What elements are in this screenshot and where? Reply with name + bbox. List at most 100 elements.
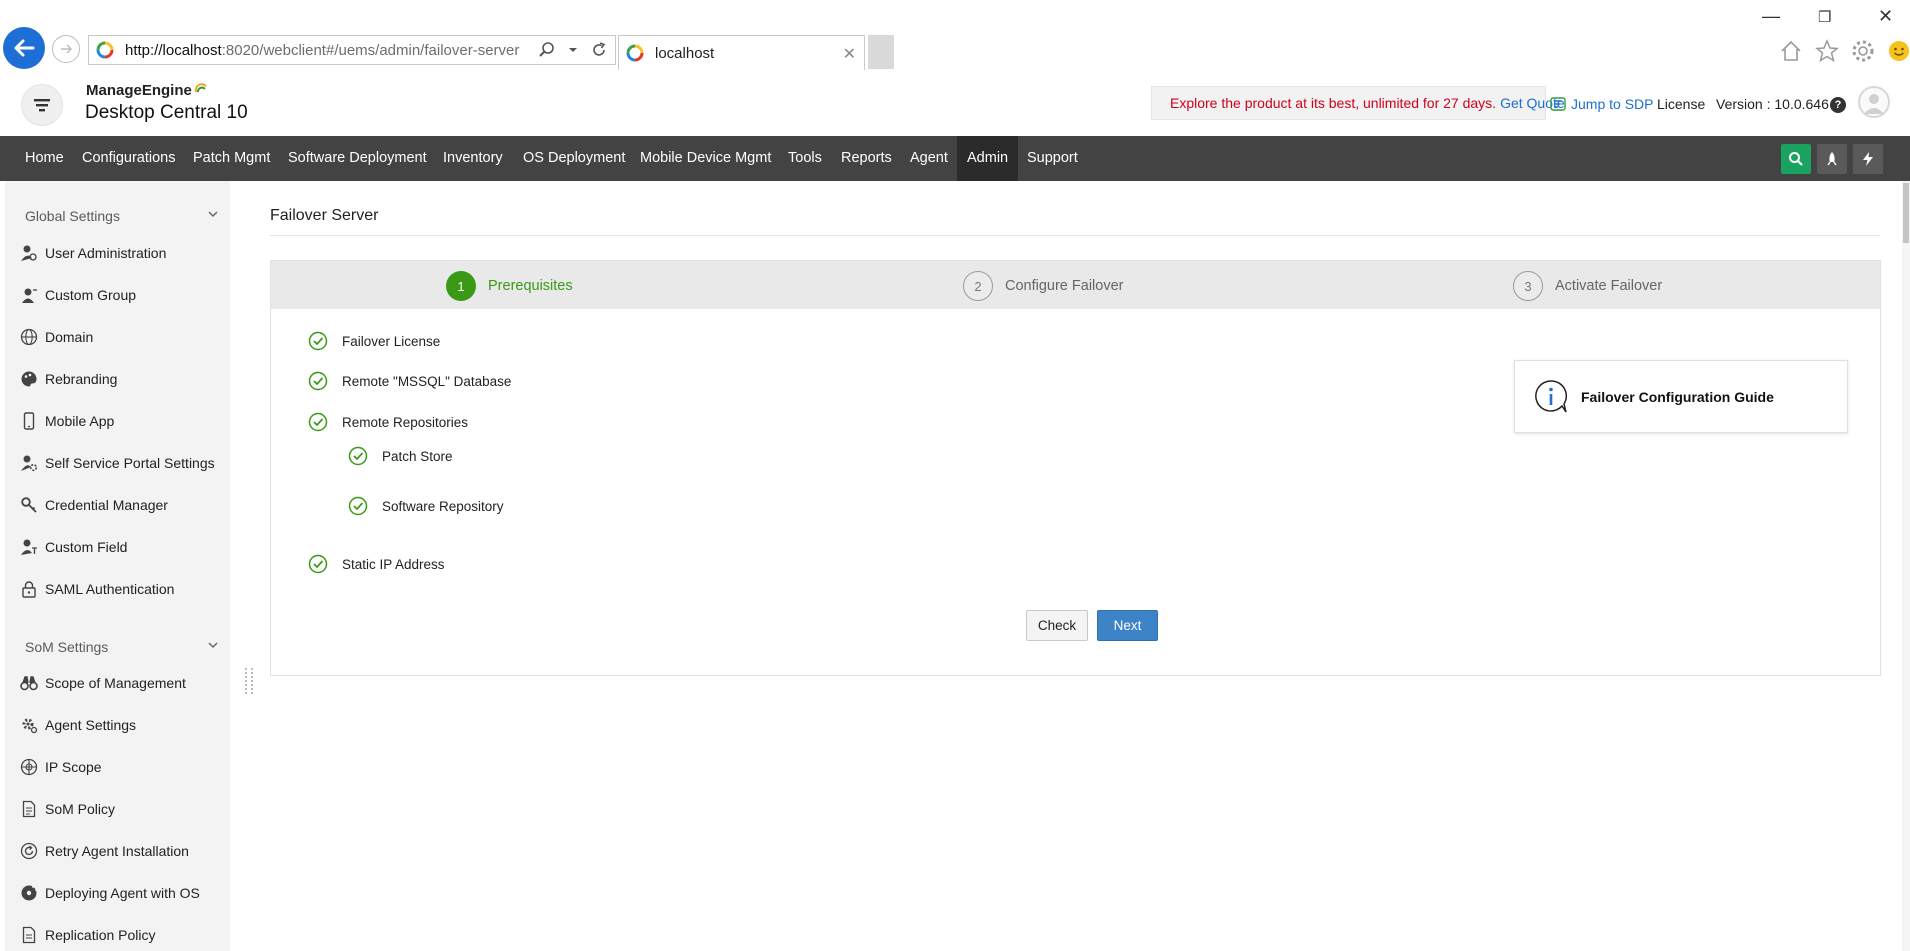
chevron-down-icon[interactable] bbox=[207, 639, 219, 654]
nav-patch-mgmt[interactable]: Patch Mgmt bbox=[193, 136, 270, 181]
license-link[interactable]: License bbox=[1657, 96, 1705, 112]
user-avatar[interactable] bbox=[1858, 86, 1890, 118]
sidebar-item-credential-manager[interactable]: Credential Manager bbox=[19, 493, 168, 517]
step-number: 3 bbox=[1513, 271, 1543, 301]
browser-tab[interactable]: localhost ✕ bbox=[618, 35, 865, 70]
main-navigation: Home Configurations Patch Mgmt Software … bbox=[0, 136, 1910, 181]
main-content: Failover Server 1 Prerequisites 2 Config… bbox=[262, 181, 1902, 951]
address-url[interactable]: http://localhost:8020/webclient#/uems/ad… bbox=[125, 42, 519, 59]
som-settings-heading[interactable]: SoM Settings bbox=[25, 639, 108, 655]
nav-agent[interactable]: Agent bbox=[910, 136, 948, 181]
sidebar-item-replication-policy[interactable]: Replication Policy bbox=[19, 923, 156, 947]
step-prerequisites[interactable]: 1 Prerequisites bbox=[446, 271, 573, 301]
app-menu-button[interactable] bbox=[21, 84, 63, 126]
failover-guide-card[interactable]: Failover Configuration Guide bbox=[1514, 360, 1848, 433]
sidebar-item-scope-of-management[interactable]: Scope of Management bbox=[19, 671, 186, 695]
nav-inventory[interactable]: Inventory bbox=[443, 136, 503, 181]
prereq-remote-mssql-database: Remote "MSSQL" Database bbox=[308, 371, 511, 391]
sidebar-item-label: Custom Field bbox=[45, 539, 128, 555]
browser-toolbar-icons bbox=[1778, 38, 1910, 64]
nav-support[interactable]: Support bbox=[1027, 136, 1078, 181]
scrollbar-thumb[interactable] bbox=[1903, 183, 1909, 243]
close-window-icon[interactable]: ✕ bbox=[1878, 6, 1893, 27]
nav-os-deployment[interactable]: OS Deployment bbox=[523, 136, 625, 181]
nav-reports[interactable]: Reports bbox=[841, 136, 892, 181]
jump-to-sdp-link[interactable]: Jump to SDP bbox=[1550, 96, 1653, 112]
guide-title: Failover Configuration Guide bbox=[1581, 388, 1774, 405]
sidebar-item-self-service-portal[interactable]: Self Service Portal Settings bbox=[19, 451, 215, 475]
search-icon[interactable] bbox=[537, 40, 557, 60]
check-circle-icon bbox=[308, 371, 328, 391]
nav-mobile-device-mgmt[interactable]: Mobile Device Mgmt bbox=[640, 136, 771, 181]
brand-logo-icon bbox=[194, 83, 207, 93]
retry-icon bbox=[19, 841, 39, 861]
step-activate-failover[interactable]: 3 Activate Failover bbox=[1513, 271, 1662, 301]
sidebar-item-custom-field[interactable]: Custom Field bbox=[19, 535, 127, 559]
agent-gear-icon bbox=[19, 715, 39, 735]
restore-icon[interactable]: ❐ bbox=[1818, 8, 1831, 26]
tab-close-icon[interactable]: ✕ bbox=[843, 44, 856, 64]
sidebar-item-ip-scope[interactable]: IP Scope bbox=[19, 755, 102, 779]
sidebar-item-som-policy[interactable]: SoM Policy bbox=[19, 797, 115, 821]
next-button[interactable]: Next bbox=[1097, 610, 1158, 641]
sidebar-item-label: IP Scope bbox=[45, 759, 102, 775]
tab-title: localhost bbox=[655, 44, 715, 62]
check-button[interactable]: Check bbox=[1026, 610, 1088, 641]
sidebar-item-deploying-agent-with-os[interactable]: Deploying Agent with OS bbox=[19, 881, 200, 905]
chevron-down-icon[interactable] bbox=[207, 208, 219, 223]
new-tab-button[interactable] bbox=[868, 35, 894, 69]
sidebar-item-user-administration[interactable]: User Administration bbox=[19, 241, 166, 265]
sidebar-item-label: Rebranding bbox=[45, 371, 118, 387]
forward-button[interactable] bbox=[52, 35, 80, 63]
sidebar-resize-handle[interactable] bbox=[245, 668, 253, 694]
nav-admin[interactable]: Admin bbox=[957, 136, 1019, 181]
back-arrow-icon bbox=[14, 39, 35, 57]
home-icon[interactable] bbox=[1778, 38, 1804, 64]
page-scrollbar[interactable] bbox=[1902, 181, 1910, 951]
sidebar-item-label: Domain bbox=[45, 329, 94, 345]
hamburger-menu-icon bbox=[34, 99, 50, 112]
favorites-star-icon[interactable] bbox=[1814, 38, 1840, 64]
dropdown-arrow-icon[interactable] bbox=[567, 40, 579, 60]
nav-tools[interactable]: Tools bbox=[788, 136, 822, 181]
prereq-failover-license: Failover License bbox=[308, 331, 440, 351]
user-silhouette-icon bbox=[1864, 94, 1884, 114]
deploy-disc-icon bbox=[19, 883, 39, 903]
sidebar-item-label: Scope of Management bbox=[45, 675, 186, 691]
step-configure-failover[interactable]: 2 Configure Failover bbox=[963, 271, 1123, 301]
nav-software-deployment[interactable]: Software Deployment bbox=[288, 136, 427, 181]
global-search-button[interactable] bbox=[1781, 144, 1811, 174]
lightning-bolt-icon bbox=[1863, 152, 1873, 166]
url-host: http://localhost bbox=[125, 41, 222, 59]
quick-launch-button[interactable] bbox=[1817, 144, 1847, 174]
sidebar-item-saml-authentication[interactable]: SAML Authentication bbox=[19, 577, 174, 601]
check-circle-icon bbox=[348, 496, 368, 516]
screen: http://localhost:8020/webclient#/uems/ad… bbox=[0, 0, 1910, 951]
address-bar[interactable]: http://localhost:8020/webclient#/uems/ad… bbox=[88, 35, 616, 65]
lock-shield-icon bbox=[19, 579, 39, 599]
sidebar-item-rebranding[interactable]: Rebranding bbox=[19, 367, 117, 391]
sidebar-item-retry-agent-installation[interactable]: Retry Agent Installation bbox=[19, 839, 189, 863]
settings-gear-icon[interactable] bbox=[1850, 38, 1876, 64]
sidebar-item-agent-settings[interactable]: Agent Settings bbox=[19, 713, 136, 737]
global-settings-heading[interactable]: Global Settings bbox=[25, 208, 120, 224]
mobile-phone-icon bbox=[19, 411, 39, 431]
help-icon[interactable]: ? bbox=[1830, 97, 1846, 113]
smiley-feedback-icon[interactable] bbox=[1886, 38, 1910, 64]
sidebar-item-label: Agent Settings bbox=[45, 717, 137, 733]
nav-configurations[interactable]: Configurations bbox=[82, 136, 176, 181]
refresh-icon[interactable] bbox=[589, 40, 609, 60]
nav-home[interactable]: Home bbox=[25, 136, 64, 181]
quick-actions-button[interactable] bbox=[1853, 144, 1883, 174]
app-header: ManageEngine Desktop Central 10 Explore … bbox=[0, 72, 1910, 136]
network-globe-icon bbox=[19, 757, 39, 777]
self-service-user-icon bbox=[19, 453, 39, 473]
key-icon bbox=[19, 495, 39, 515]
check-circle-icon bbox=[308, 554, 328, 574]
sidebar-item-domain[interactable]: Domain bbox=[19, 325, 93, 349]
sidebar-item-mobile-app[interactable]: Mobile App bbox=[19, 409, 114, 433]
minimize-icon[interactable]: — bbox=[1762, 6, 1780, 27]
sidebar-item-label: Deploying Agent with OS bbox=[45, 885, 200, 901]
back-button[interactable] bbox=[3, 27, 45, 69]
sidebar-item-custom-group[interactable]: Custom Group bbox=[19, 283, 136, 307]
